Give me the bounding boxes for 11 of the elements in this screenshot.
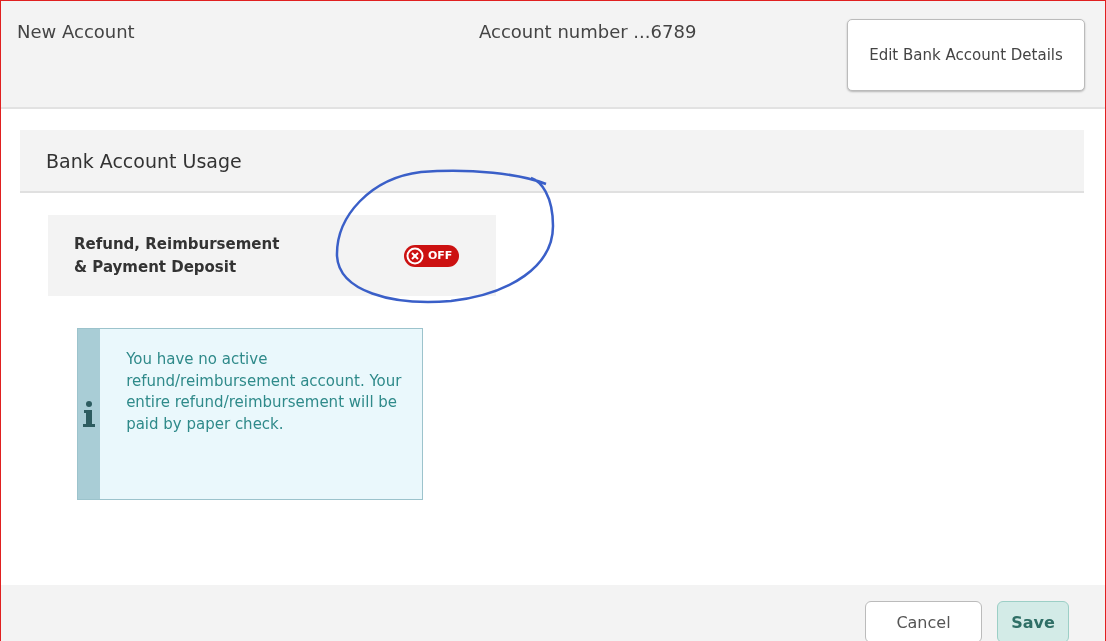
account-number: Account number ...6789 [479,21,698,42]
toggle-switch[interactable]: OFF [404,244,460,267]
info-message: You have no active refund/reimbursement account. Your entire refund/reimbursement will be paid by paper check. [125,349,403,435]
cancel-button[interactable]: Cancel [865,601,982,641]
close-icon [406,246,424,265]
page-title: New Account [17,21,136,42]
info-icon [82,400,97,428]
edit-bank-account-button[interactable]: Edit Bank Account Details [847,19,1085,91]
setting-label: Refund, Reimbursement & Payment Deposit [74,233,281,278]
section-title: Bank Account Usage [46,149,242,172]
save-button[interactable]: Save [997,601,1069,641]
